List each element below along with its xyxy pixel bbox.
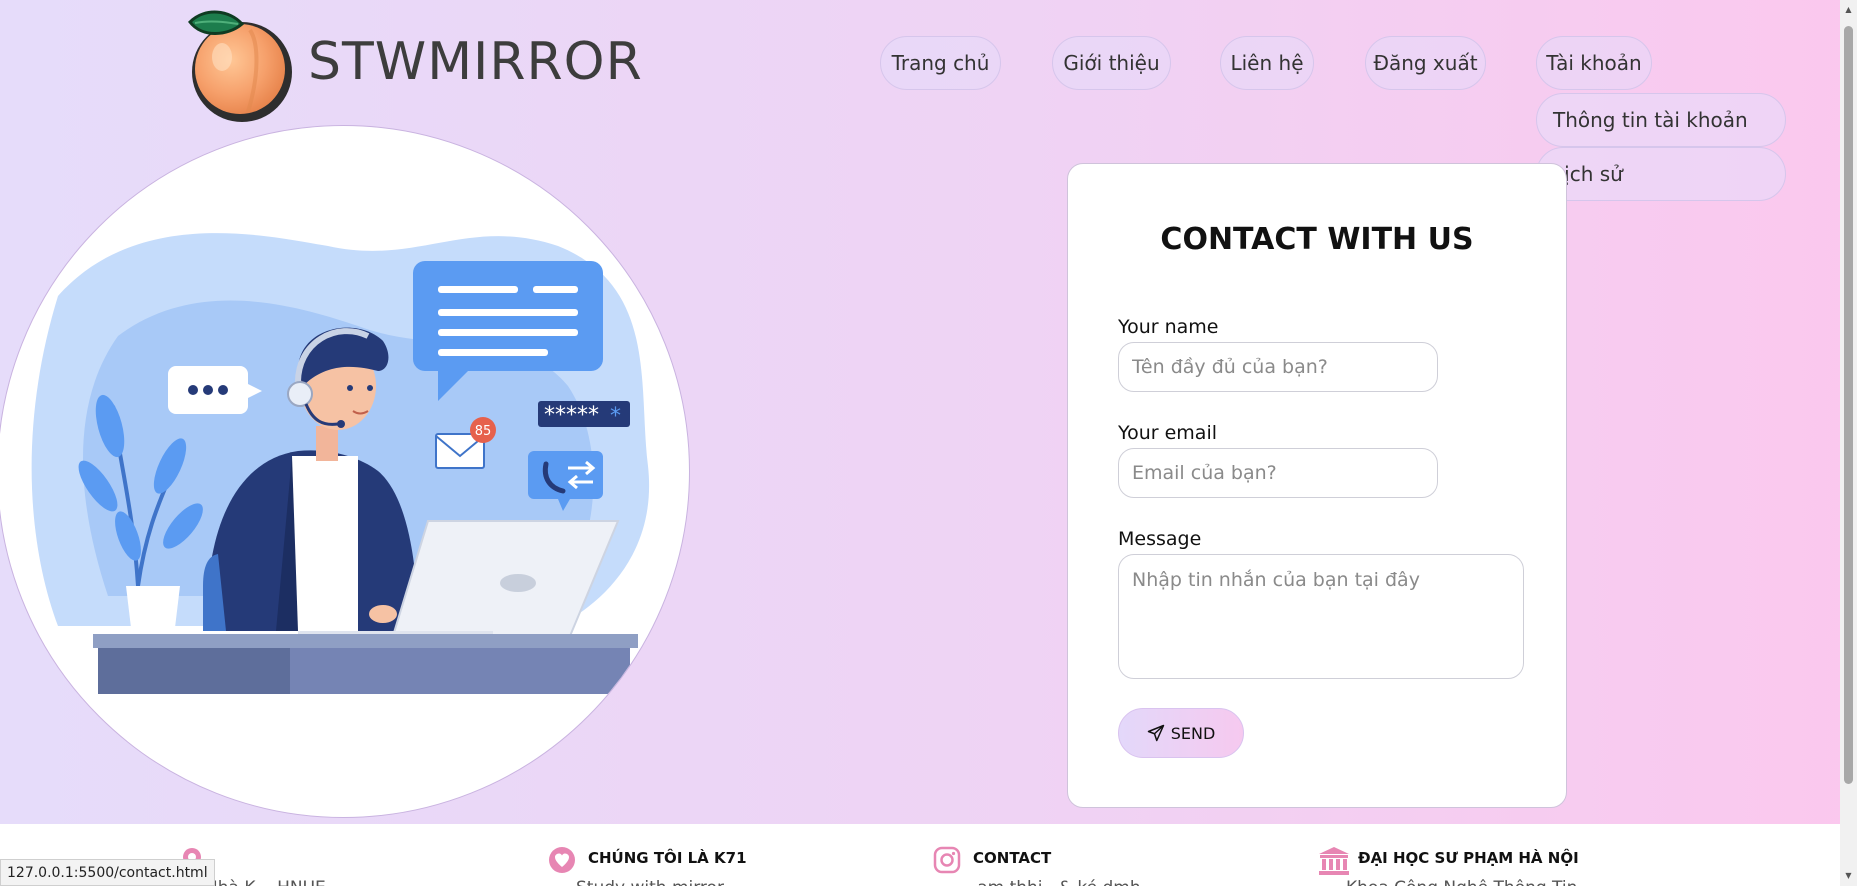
message-label: Message	[1118, 528, 1202, 550]
scroll-down-arrow-icon[interactable]: ▼	[1844, 872, 1853, 880]
footer-about-text[interactable]: Study with mirror	[576, 878, 724, 886]
email-label: Your email	[1118, 422, 1217, 444]
nav-logout[interactable]: Đăng xuất	[1365, 36, 1486, 90]
scrollbar-thumb[interactable]	[1844, 26, 1853, 784]
customer-support-illustration: ***** * 85	[31, 233, 650, 694]
footer-about-title: CHÚNG TÔI LÀ K71	[588, 849, 747, 867]
svg-text:*: *	[610, 404, 621, 429]
footer-contact-title: CONTACT	[973, 849, 1052, 867]
footer-university-text: Khoa Công Nghệ Thông Tin	[1346, 878, 1577, 886]
ellipsis-bubble-icon	[168, 366, 262, 414]
instagram-icon[interactable]	[933, 846, 961, 874]
scroll-up-arrow-icon[interactable]: ▲	[1844, 6, 1853, 14]
footer-address-text: Nhà K... HNUE	[205, 878, 326, 886]
password-field-icon: ***** *	[538, 401, 630, 429]
send-label: SEND	[1170, 723, 1216, 743]
contact-form-card: CONTACT WITH US Your name Your email Mes…	[1067, 163, 1567, 808]
dropdown-account-info[interactable]: Thông tin tài khoản	[1536, 93, 1786, 147]
nav-home[interactable]: Trang chủ	[880, 36, 1001, 90]
status-bar-url: 127.0.0.1:5500/contact.html	[0, 859, 215, 886]
brand-name: STWMIRROR	[308, 32, 643, 92]
nav-about[interactable]: Giới thiệu	[1052, 36, 1171, 90]
name-label: Your name	[1118, 316, 1219, 338]
message-textarea[interactable]	[1118, 554, 1524, 679]
peach-icon	[188, 10, 292, 122]
footer: Nhà K... HNUE CHÚNG TÔI LÀ K71 Study wit…	[0, 824, 1840, 886]
footer-contact-text[interactable]: ...am.thhi...& ké.dmh	[961, 878, 1141, 886]
svg-text:85: 85	[475, 424, 492, 439]
send-button[interactable]: SEND	[1118, 708, 1244, 758]
footer-university-title: ĐẠI HỌC SƯ PHẠM HÀ NỘI	[1358, 849, 1579, 867]
svg-text:*****: *****	[544, 403, 599, 428]
name-input[interactable]	[1118, 342, 1438, 392]
dropdown-history[interactable]: Lịch sử	[1536, 147, 1786, 201]
heart-icon	[549, 847, 575, 873]
nav-contact[interactable]: Liên hệ	[1220, 36, 1314, 90]
hero-illustration: ***** * 85	[0, 125, 690, 818]
contact-title: CONTACT WITH US	[1160, 222, 1474, 257]
email-input[interactable]	[1118, 448, 1438, 498]
desk-illustration	[93, 634, 638, 694]
nav-account[interactable]: Tài khoản	[1536, 36, 1652, 90]
university-icon	[1319, 847, 1349, 875]
paper-plane-icon	[1147, 724, 1164, 742]
